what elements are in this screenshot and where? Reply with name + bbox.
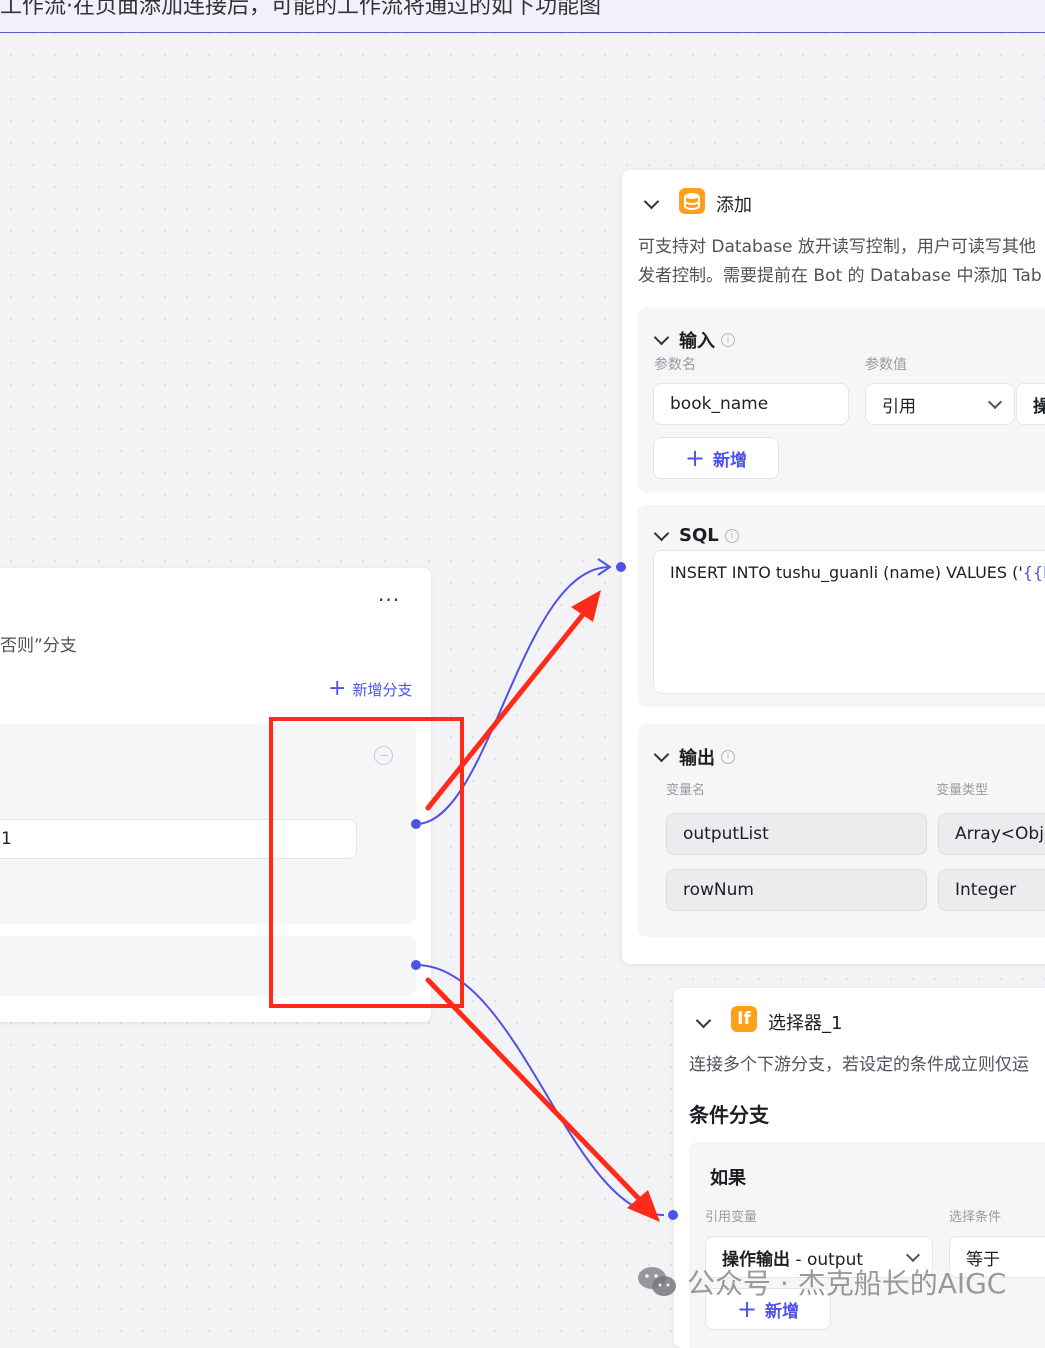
condition-header: 选择条件 [949,1210,1002,1225]
output-var-type: Array<Obje [938,813,1045,855]
output-section: 输出 i 变量名 变量类型 outputList Array<Obje rowN… [638,724,1045,937]
if-label: 如果 [710,1168,746,1189]
node-description: 连接多个下游分支，若设定的条件成立则仅运 [689,1055,1029,1075]
watermark-text: 公众号 · 杰克船长的AIGC [687,1267,1007,1300]
sql-variable-token: {{b [1022,563,1045,582]
annotation-arrow [425,977,646,1206]
add-branch-button[interactable]: + 新增分支 [328,678,412,700]
chevron-down-icon [653,746,670,763]
node-description-line1: 可支持对 Database 放开读写控制，用户可读写其他 [638,237,1036,257]
if-icon: If [731,1006,757,1032]
node-title: 添加 [716,195,752,216]
output-var-type: Integer [938,869,1045,911]
plus-icon: + [684,444,706,472]
output-port[interactable] [411,960,421,970]
output-var-name: rowNum [666,869,927,911]
remove-branch-icon[interactable] [374,746,393,765]
node-description: 否则”分支 [0,636,77,656]
input-section: 输入 i 参数名 参数值 book_name 引用 操 + 新增 [638,307,1045,493]
output-port[interactable] [411,819,421,829]
if-branch-card: 如果 引用变量 选择条件 操作输出 - output 等于 + 新增 [689,1142,1045,1348]
annotation-arrow [425,604,592,811]
chevron-down-icon [987,394,1003,410]
sql-editor[interactable]: INSERT INTO tushu_guanli (name) VALUES (… [653,550,1045,694]
chevron-down-icon [653,329,670,346]
top-banner: 工作流·在页面添加连接后，可能的工作流将通过的如下功能图 [0,0,1045,33]
input-port[interactable] [616,562,626,572]
param-name-header: 参数名 [654,357,696,373]
annotation-arrow-head [571,590,601,622]
branch-value-field[interactable]: 1 [0,819,357,859]
ref-var-header: 引用变量 [705,1210,758,1225]
chevron-down-icon [905,1247,921,1263]
add-branch-label: 新增分支 [352,680,413,699]
collapse-chevron-icon[interactable] [695,1011,715,1030]
banner-text: 工作流·在页面添加连接后，可能的工作流将通过的如下功能图 [0,0,601,19]
watermark: 公众号 · 杰克船长的AIGC [637,1262,1006,1302]
output-var-name: outputList [666,813,927,855]
database-add-node[interactable]: 添加 可支持对 Database 放开读写控制，用户可读写其他 发者控制。需要提… [622,170,1045,964]
param-type-select[interactable]: 引用 [865,383,1015,425]
var-name-header: 变量名 [666,783,706,798]
input-port[interactable] [668,1210,678,1220]
wechat-icon [638,1267,676,1296]
connection-arrow-head [597,558,612,576]
branch-card: 1 [0,724,416,924]
annotation-arrow-head [627,1190,660,1222]
sql-section: SQL i INSERT INTO tushu_guanli (name) VA… [638,505,1045,707]
chevron-down-icon [653,525,670,541]
connection-line [415,566,611,825]
param-value-header: 参数值 [865,357,907,373]
node-description-line2: 发者控制。需要提前在 Bot 的 Database 中添加 Tab [638,266,1042,286]
database-icon [679,188,705,214]
info-icon: i [724,528,739,543]
plus-icon: + [328,676,347,701]
else-branch-card [0,936,416,996]
more-icon[interactable]: ··· [378,588,400,612]
node-title: 选择器_1 [768,1013,843,1034]
param-reference-select[interactable]: 操 [1016,383,1045,425]
sql-code-text: INSERT INTO tushu_guanli (name) VALUES (… [670,563,1023,582]
connection-line [415,964,665,1216]
param-name-input[interactable]: book_name [653,383,849,425]
input-section-title[interactable]: 输入 i [653,327,735,353]
sql-section-title[interactable]: SQL i [653,525,739,546]
add-param-button[interactable]: + 新增 [653,437,779,479]
info-icon: i [721,750,735,764]
info-icon: i [721,333,735,347]
collapse-chevron-icon[interactable] [643,192,663,211]
condition-node-left[interactable]: ··· 否则”分支 + 新增分支 1 [0,568,431,1022]
branch-section-title: 条件分支 [689,1103,769,1127]
var-type-header: 变量类型 [936,783,989,798]
output-section-title[interactable]: 输出 i [653,744,735,770]
